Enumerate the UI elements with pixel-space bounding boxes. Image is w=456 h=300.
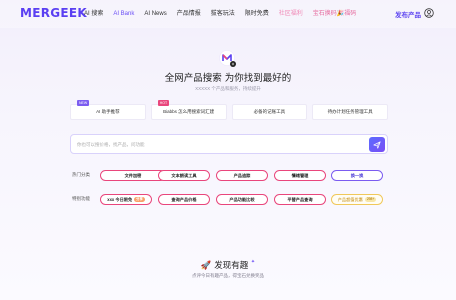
recommend-card-label: AI 助手推荐: [96, 109, 120, 114]
hot-tag: HOT: [157, 100, 170, 106]
quick-recommend-cards: NEW AI 助手推荐 HOT Biabbs 怎么用搜索词汇建 必备的记账工具 …: [70, 100, 388, 120]
nav-item-product-intel[interactable]: 产品情报: [177, 9, 201, 19]
search-input[interactable]: [77, 139, 357, 150]
top-header: MERGEEK AI 搜索 AI Bank AI News 产品情报 拔客玩法 …: [0, 0, 456, 28]
refresh-categories-button[interactable]: 换一换: [331, 170, 383, 181]
special-features-label: 特别功能: [72, 196, 90, 201]
nav-item-ai-search[interactable]: AI 搜索: [84, 9, 103, 19]
search-box: [70, 134, 388, 154]
nav-item-community-benefits[interactable]: 社区福利: [279, 9, 303, 19]
hot-category-pill[interactable]: 情绪管理: [274, 170, 326, 181]
recommend-card[interactable]: 必备的记账工具: [231, 104, 308, 120]
nav-item-ai-news[interactable]: AI News: [144, 9, 166, 19]
hero-subtitle: XXXXX 个产品和服务，持续提升: [195, 86, 261, 91]
share-badge: 分享: [134, 197, 145, 202]
recommend-card-label: Biabbs 怎么用搜索词汇建: [163, 109, 215, 114]
feature-pill[interactable]: 产品超值优惠 298+: [331, 194, 383, 205]
discover-section-title: 🚀 发现有趣 ✦: [0, 259, 456, 271]
mergeek-m-logo-icon: [219, 50, 236, 67]
hot-categories-label: 热门分类: [72, 172, 90, 177]
new-tag: NEW: [77, 100, 90, 106]
mergeek-logo[interactable]: MERGEEK: [20, 6, 87, 20]
user-circle-icon[interactable]: [424, 8, 434, 18]
feature-pill-label: 产品超值优惠: [337, 196, 363, 202]
rocket-icon: 🚀: [200, 261, 212, 271]
discover-title-text: 发现有趣: [214, 261, 249, 271]
recommend-card[interactable]: NEW AI 助手推荐: [70, 100, 146, 120]
feature-pill[interactable]: xxx 今日限免 分享: [100, 194, 152, 205]
nav-item-gem-exchange[interactable]: 宝石换码🎉福码: [313, 9, 356, 19]
hot-category-pill[interactable]: 产品追踪: [216, 170, 268, 181]
recommend-card[interactable]: HOT Biabbs 怎么用搜索词汇建: [150, 100, 227, 120]
recommend-card[interactable]: 待办计划任务管理工具: [312, 104, 388, 120]
sparkle-icon: ✦: [250, 259, 256, 265]
recommend-card-label: 必备的记账工具: [253, 109, 286, 114]
nav-item-ai-bank[interactable]: AI Bank: [113, 9, 134, 19]
recommend-card-label: 待办计划任务管理工具: [327, 109, 373, 114]
nav-item-limited-free[interactable]: 限时免费: [245, 9, 269, 19]
main-nav: AI 搜索 AI Bank AI News 产品情报 拔客玩法 限时免费 社区福…: [84, 9, 356, 19]
publish-product-button[interactable]: 发布产品: [395, 9, 421, 19]
feature-pill[interactable]: 产品功能比较: [216, 194, 268, 205]
search-send-button[interactable]: [369, 137, 385, 152]
send-icon: [373, 140, 381, 149]
hot-category-pill[interactable]: 文本朗读工具: [158, 170, 210, 181]
hot-category-pill[interactable]: 文件加密: [100, 170, 166, 181]
count-badge: 298+: [364, 197, 377, 202]
feature-pill[interactable]: 平替产品查询: [274, 194, 326, 205]
feature-pill[interactable]: 查询产品价格: [158, 194, 210, 205]
hero-title: 全网产品搜索 为你找到最好的: [164, 73, 292, 84]
feature-pill-label: xxx 今日限免: [107, 196, 133, 202]
nav-item-gameplay[interactable]: 拔客玩法: [211, 9, 235, 19]
discover-subtitle: 点评今日有趣产品，得宝石兑换奖品: [192, 273, 264, 278]
